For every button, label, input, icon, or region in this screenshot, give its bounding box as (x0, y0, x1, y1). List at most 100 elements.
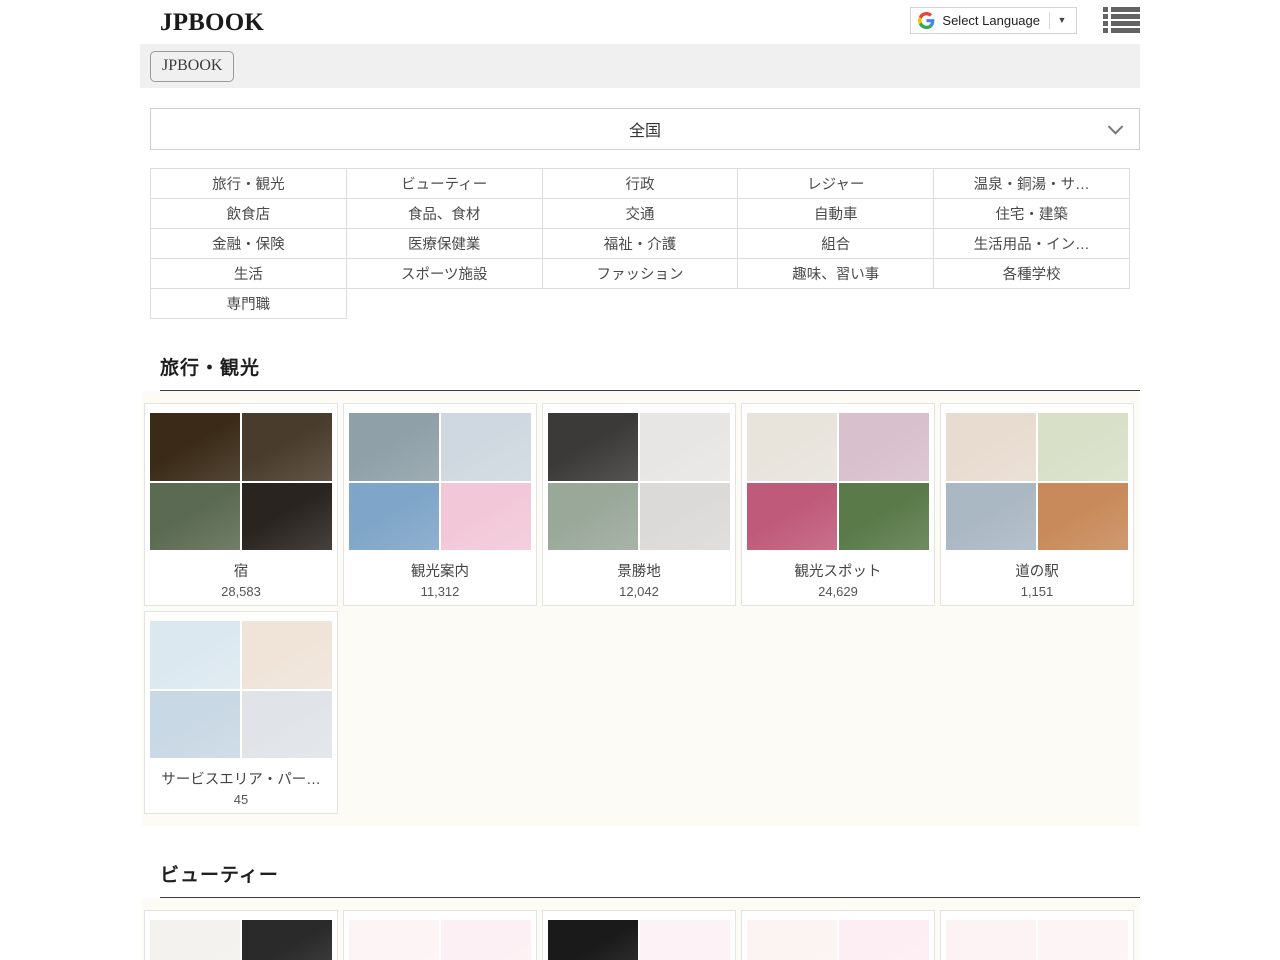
list-icon-row (1103, 14, 1140, 19)
card-thumbnail-grid (349, 920, 531, 960)
card-label: 観光スポット (747, 560, 929, 581)
category-cell[interactable]: 金融・保険 (151, 229, 347, 259)
card-thumbnail (150, 483, 240, 551)
category-card[interactable]: 道の駅 1,151 (940, 403, 1134, 606)
card-count: 12,042 (548, 584, 730, 599)
card-thumbnail-grid (946, 920, 1128, 960)
card-label: 宿 (150, 560, 332, 581)
category-cell[interactable]: 食品、食材 (346, 199, 542, 229)
card-thumbnail (349, 483, 439, 551)
card-thumbnail (242, 920, 332, 960)
category-table-row: 金融・保険医療保健業福祉・介護組合生活用品・イン… (151, 229, 1130, 259)
category-cell[interactable]: 専門職 (151, 289, 347, 319)
card-thumbnail (349, 413, 439, 481)
card-thumbnail (946, 483, 1036, 551)
category-cell[interactable]: 生活 (151, 259, 347, 289)
category-cell[interactable]: 自動車 (738, 199, 934, 229)
card-thumbnail-grid (747, 920, 929, 960)
category-card[interactable] (343, 910, 537, 960)
card-thumbnail (242, 621, 332, 689)
card-count: 24,629 (747, 584, 929, 599)
card-area: 宿28,583観光案内11,312景勝地12,042 観光スポット 24,629 道の… (142, 391, 1140, 826)
category-card[interactable]: 宿28,583 (144, 403, 338, 606)
card-thumbnail (747, 920, 837, 960)
card-thumbnail (349, 920, 439, 960)
category-cell[interactable]: 行政 (542, 169, 738, 199)
category-cell[interactable]: ファッション (542, 259, 738, 289)
list-icon-bar (1111, 21, 1140, 26)
category-card[interactable] (940, 910, 1134, 960)
card-thumbnail (548, 413, 638, 481)
card-thumbnail-grid (548, 920, 730, 960)
card-area (142, 898, 1140, 960)
breadcrumb-item-jpbook[interactable]: JPBOOK (150, 51, 234, 82)
category-cell[interactable]: 趣味、習い事 (738, 259, 934, 289)
list-icon-bar (1111, 14, 1140, 19)
card-grid: 宿28,583観光案内11,312景勝地12,042 観光スポット 24,629 道の… (142, 403, 1140, 814)
card-thumbnail (1038, 483, 1128, 551)
card-thumbnail-grid (150, 413, 332, 550)
category-cell[interactable]: 各種学校 (934, 259, 1130, 289)
card-thumbnail-grid (150, 920, 332, 960)
category-card[interactable] (741, 910, 935, 960)
category-cell[interactable]: ビューティー (346, 169, 542, 199)
category-cell[interactable]: 旅行・観光 (151, 169, 347, 199)
category-card[interactable]: 観光案内11,312 (343, 403, 537, 606)
card-thumbnail (640, 920, 730, 960)
category-cell[interactable]: 組合 (738, 229, 934, 259)
category-table-row: 生活スポーツ施設ファッション趣味、習い事各種学校 (151, 259, 1130, 289)
category-card[interactable] (542, 910, 736, 960)
card-thumbnail (839, 920, 929, 960)
category-card[interactable]: サービスエリア・パー…45 (144, 611, 338, 814)
category-cell[interactable]: 生活用品・イン… (934, 229, 1130, 259)
translate-caret-icon[interactable]: ▼ (1050, 7, 1074, 34)
card-thumbnail (839, 413, 929, 481)
category-cell[interactable]: 医療保健業 (346, 229, 542, 259)
category-card[interactable] (144, 910, 338, 960)
sections-container: 旅行・観光宿28,583観光案内11,312景勝地12,042 観光スポット 24,… (0, 319, 1280, 960)
section-header: ビューティー (140, 826, 1140, 897)
section-title: 旅行・観光 (160, 353, 1140, 380)
card-thumbnail (747, 483, 837, 551)
section-header: 旅行・観光 (140, 319, 1140, 390)
category-cell[interactable]: 住宅・建築 (934, 199, 1130, 229)
category-cell[interactable]: 福祉・介護 (542, 229, 738, 259)
category-cell-empty (738, 289, 934, 319)
category-table-row: 旅行・観光ビューティー行政レジャー温泉・銅湯・サ… (151, 169, 1130, 199)
google-translate-widget[interactable]: Select Language ▼ (910, 7, 1077, 34)
category-section: ビューティー (140, 826, 1140, 960)
card-thumbnail (1038, 920, 1128, 960)
section-title: ビューティー (160, 860, 1140, 887)
card-thumbnail (242, 413, 332, 481)
card-grid (142, 910, 1140, 960)
category-cell[interactable]: レジャー (738, 169, 934, 199)
list-icon-bullet (1103, 28, 1108, 33)
category-table-row: 専門職 (151, 289, 1130, 319)
card-thumbnail (150, 691, 240, 759)
page-title: JPBOOK (160, 10, 264, 35)
category-card[interactable]: 景勝地12,042 (542, 403, 736, 606)
card-thumbnail (150, 920, 240, 960)
card-thumbnail (640, 413, 730, 481)
card-thumbnail (548, 920, 638, 960)
category-cell[interactable]: 交通 (542, 199, 738, 229)
category-table-row: 飲食店食品、食材交通自動車住宅・建築 (151, 199, 1130, 229)
list-icon-row (1103, 28, 1140, 33)
region-select[interactable]: 全国 (150, 108, 1140, 150)
list-menu-icon[interactable] (1103, 6, 1140, 34)
card-thumbnail (441, 920, 531, 960)
category-card[interactable]: 観光スポット 24,629 (741, 403, 935, 606)
category-cell-empty (934, 289, 1130, 319)
card-thumbnail-grid (747, 413, 929, 550)
card-count: 1,151 (946, 584, 1128, 599)
card-thumbnail-grid (150, 621, 332, 758)
category-cell[interactable]: 飲食店 (151, 199, 347, 229)
card-thumbnail (441, 413, 531, 481)
category-cell[interactable]: 温泉・銅湯・サ… (934, 169, 1130, 199)
card-thumbnail (548, 483, 638, 551)
card-label: 道の駅 (946, 560, 1128, 581)
page-root: JPBOOK Select Language ▼ (0, 0, 1280, 960)
card-thumbnail (242, 691, 332, 759)
category-cell[interactable]: スポーツ施設 (346, 259, 542, 289)
chevron-down-icon (1108, 119, 1124, 135)
